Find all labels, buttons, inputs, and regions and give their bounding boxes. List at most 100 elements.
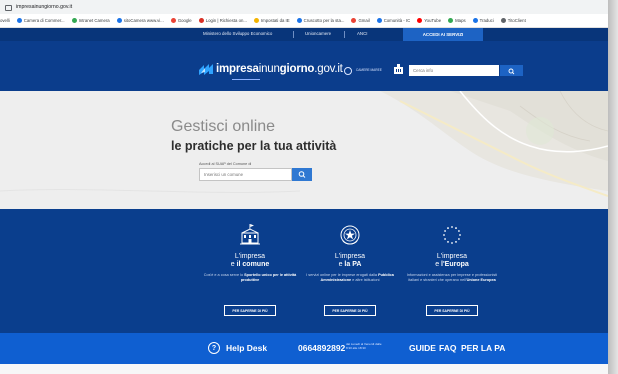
bookmark-item[interactable]: Maps [448,18,466,23]
bookmark-item[interactable]: Gmail [351,18,370,23]
bookmark-label: Cruscotto per la sta... [303,18,345,23]
card-impresa-europa: L'impresa e l'Europa Informazioni e assi… [392,209,512,333]
logo-word-inun: inun [258,63,280,75]
eu-star [444,238,446,240]
bookmark-label: TitoClient [507,18,526,23]
italian-emblem-icon [340,225,360,245]
card-line1: L'impresa [436,253,468,260]
bookmark-item[interactable]: Intranet Camera [71,18,110,23]
logo-domain: .gov.it [314,63,343,75]
topnav-divider [293,31,294,38]
bookmark-label: ovelli [0,18,10,23]
bookmark-favicon-icon [351,18,357,23]
bookmark-favicon-icon [376,18,382,23]
faq-link[interactable]: FAQ [439,343,456,353]
bookmark-label: Traduci [479,18,494,23]
site-logo-text[interactable]: impresainungiorno.gov.it [216,63,343,75]
bookmark-label: Impostati da IE [260,18,290,23]
bookmark-item[interactable]: Comunità - IC [376,18,411,23]
card-desc-text: I servizi online per le imprese erogati … [306,273,378,277]
help-hours: dal Lunedì al Venerdì dalle 8:30 alle 18… [346,342,382,350]
window-edge [608,0,618,374]
browser-window: impresainungiorno.gov.it ovelli Camera di… [0,0,608,374]
search-icon [508,68,515,75]
bookmark-item[interactable]: TitoClient [500,18,526,23]
hero-subtitle: le pratiche per la tua attività [171,139,337,153]
site-search-button[interactable] [500,65,523,76]
topnav-divider [344,31,345,38]
suap-caption: Accedi al SUAP del Comune di [199,162,252,166]
lock-icon [5,5,12,11]
eu-star [451,226,453,228]
comune-input[interactable] [199,168,292,181]
per-la-pa-link[interactable]: PER LA PA [461,343,505,353]
bookmark-favicon-icon [253,18,259,23]
eu-star [451,242,453,244]
learn-more-button[interactable]: PER SAPERNE DI PIÙ [324,305,376,316]
footer-strip [0,364,608,374]
logo-word-impresa: impresa [216,63,259,75]
bookmark-label: Intranet Camera [78,18,110,23]
bookmark-item[interactable]: Camera di Commer... [16,18,65,23]
guide-link[interactable]: GUIDE [409,343,436,353]
bookmark-favicon-icon [198,18,204,23]
bookmark-favicon-icon [296,18,302,23]
help-bar: ? Help Desk 0664892892 dal Lunedì al Ven… [0,333,608,364]
topnav-link-anci[interactable]: ANCI [357,31,368,36]
card-heading-bold: la PA [344,261,362,268]
bookmark-item[interactable]: ovelli [0,18,10,23]
learn-more-button[interactable]: PER SAPERNE DI PIÙ [224,305,276,316]
bookmark-favicon-icon [500,18,506,23]
bookmark-label: Gmail [358,18,370,23]
card-description: I servizi online per le imprese erogati … [300,273,400,284]
bookmark-label: Login | Richiesta on... [205,18,247,23]
eu-star [447,241,449,243]
comune-search-button[interactable] [292,168,312,181]
card-desc-text: Cos'è e a cosa serve lo [203,273,244,277]
topnav-link-mise[interactable]: Ministero dello Sviluppo Economico [203,31,272,36]
card-description: Cos'è e a cosa serve lo Sportello unico … [200,273,300,284]
bookmark-favicon-icon [170,18,176,23]
access-services-button[interactable]: ACCEDI AI SERVIZI [403,28,483,41]
hero-section: Gestisci online le pratiche per la tua a… [0,91,608,209]
address-bar[interactable]: impresainungiorno.gov.it [0,0,608,15]
card-heading-bold: l'Europa [441,261,469,268]
impresainungiorno-logo-icon[interactable] [198,62,214,76]
bookmark-label: Camera di Commer... [23,18,65,23]
building-icon[interactable] [394,64,403,74]
eu-star [444,230,446,232]
bookmark-label: Comunità - IC [383,18,411,23]
bookmark-item[interactable]: Cruscotto per la sta... [296,18,345,23]
bookmark-item[interactable]: Impostati da IE [253,18,290,23]
eu-star [455,227,457,229]
card-heading: e l'Europa [392,261,512,268]
bookmark-label: Google [177,18,192,23]
logo-word-giorno: giorno [279,63,315,75]
learn-more-button[interactable]: PER SAPERNE DI PIÙ [426,305,478,316]
top-nav: Ministero dello Sviluppo Economico Union… [0,28,608,41]
card-heading-bold: il comune [236,261,270,268]
bookmark-favicon-icon [417,18,423,23]
chamber-emblem-icon [344,67,352,75]
url-text[interactable]: impresainungiorno.gov.it [16,4,72,10]
bookmark-favicon-icon [472,18,478,23]
bookmarks-bar: ovelli Camera di Commer... Intranet Camera… [0,14,608,28]
eu-star [459,234,461,236]
bookmark-label: sitoCamera www.vi... [123,18,164,23]
logo-underline [232,79,260,80]
help-phone-number[interactable]: 0664892892 [298,343,345,353]
card-description: Informazioni e assistenza per imprese e … [402,273,502,284]
bookmark-item[interactable]: YouTube [417,18,441,23]
help-desk-link[interactable]: Help Desk [226,343,267,353]
bookmark-item[interactable]: sitoCamera www.vi... [116,18,164,23]
bookmark-item[interactable]: Traduci [472,18,494,23]
bookmark-favicon-icon [116,18,122,23]
bookmark-label: YouTube [424,18,442,23]
bookmark-item[interactable]: Login | Richiesta on... [198,18,247,23]
question-icon[interactable]: ? [208,342,220,354]
site-search-input[interactable] [409,65,499,76]
topnav-link-unioncamere[interactable]: Unioncamere [305,31,331,36]
eu-star [443,234,445,236]
hero-title: Gestisci online [171,118,276,135]
bookmark-item[interactable]: Google [170,18,192,23]
